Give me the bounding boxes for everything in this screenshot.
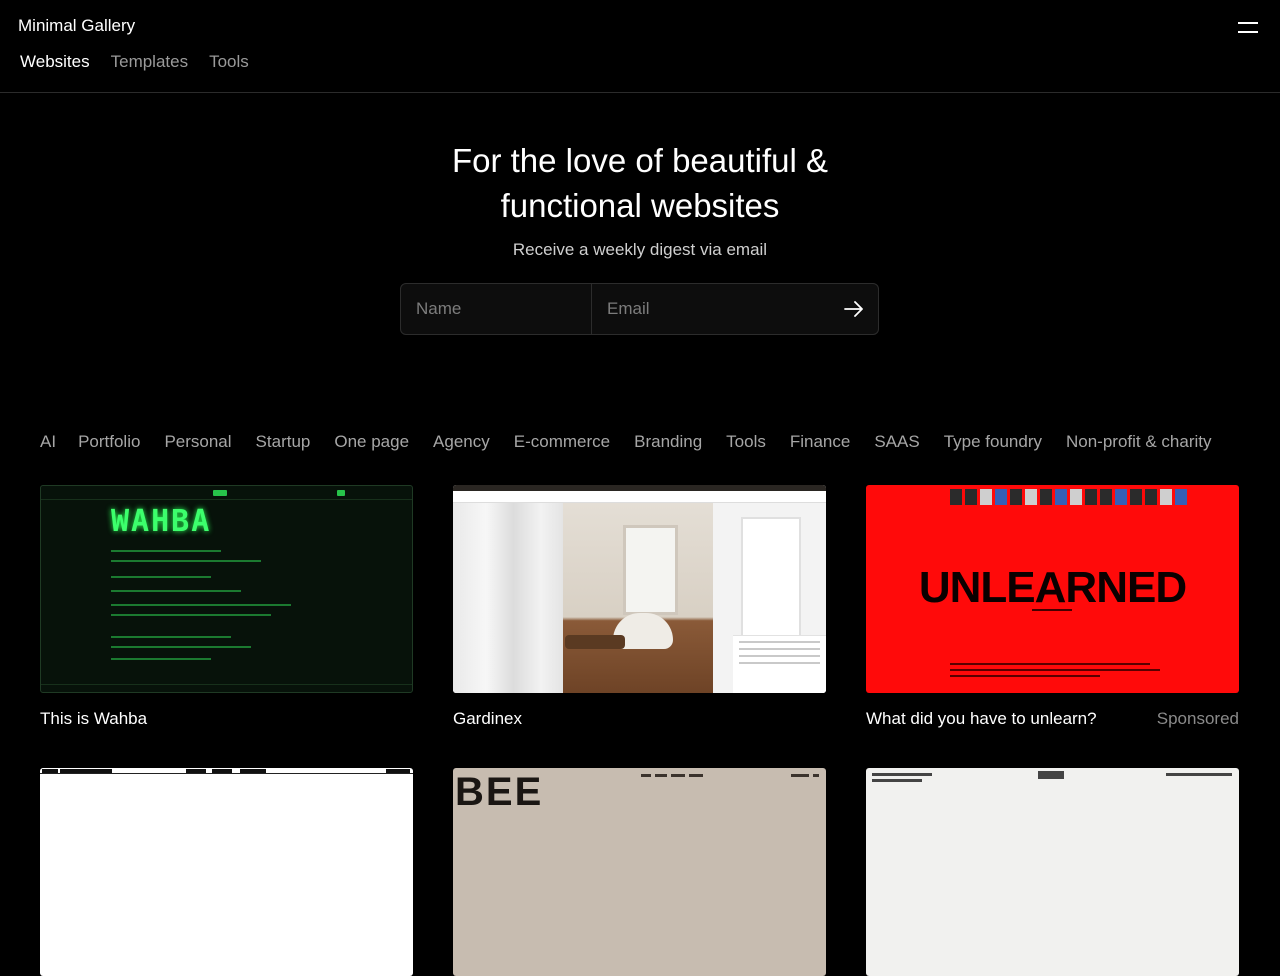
- category-filter: AI Portfolio Personal Startup One page Agency…: [40, 432, 1280, 452]
- main-nav: Websites Templates Tools: [20, 52, 249, 72]
- site-header: Minimal Gallery Websites Templates Tools: [0, 0, 1280, 93]
- card-title[interactable]: Gardinex: [453, 709, 522, 729]
- thumb-line: [872, 773, 932, 776]
- gallery-card: UNLEARNED What did you have to unlearn? …: [866, 485, 1239, 728]
- category-type-foundry[interactable]: Type foundry: [944, 432, 1042, 452]
- menu-line: [1238, 31, 1258, 33]
- thumb-line: [950, 675, 1100, 677]
- sponsored-badge: Sponsored: [1156, 709, 1239, 728]
- category-tools[interactable]: Tools: [726, 432, 766, 452]
- gallery-card: BEE: [453, 768, 826, 976]
- thumb-line: [1032, 609, 1072, 611]
- gallery-card: Gardinex: [453, 485, 826, 728]
- thumb-line: [111, 658, 211, 660]
- hero-subtitle: Receive a weekly digest via email: [512, 240, 768, 259]
- thumb-headline: BEE: [455, 770, 544, 814]
- arrow-right-icon: [844, 301, 863, 317]
- email-input[interactable]: [592, 284, 830, 334]
- thumb-line: [111, 604, 291, 606]
- category-saas[interactable]: SAAS: [874, 432, 919, 452]
- thumb-line: [111, 560, 261, 562]
- thumb-line: [111, 646, 251, 648]
- category-fade: [1220, 428, 1280, 458]
- hero-title: For the love of beautiful & functional w…: [340, 138, 940, 228]
- thumb-topbar: [41, 486, 412, 500]
- category-one-page[interactable]: One page: [334, 432, 409, 452]
- thumb-line: [111, 590, 241, 592]
- category-agency[interactable]: Agency: [433, 432, 490, 452]
- submit-button[interactable]: [830, 284, 878, 334]
- category-finance[interactable]: Finance: [790, 432, 850, 452]
- category-personal[interactable]: Personal: [164, 432, 231, 452]
- gallery-card: [40, 768, 413, 976]
- thumb-portraits: [950, 489, 1187, 505]
- nav-websites[interactable]: Websites: [20, 52, 90, 72]
- thumb-line: [111, 576, 211, 578]
- thumb-curtain: [453, 503, 563, 693]
- card-thumbnail[interactable]: UNLEARNED: [866, 485, 1239, 693]
- thumb-navbar: [453, 491, 826, 503]
- card-thumbnail[interactable]: BEE: [453, 768, 826, 976]
- thumb-line: [950, 663, 1150, 665]
- thumb-topbar: [40, 768, 413, 774]
- card-thumbnail[interactable]: [40, 768, 413, 976]
- name-input[interactable]: [401, 284, 592, 334]
- thumb-window: [623, 525, 678, 615]
- category-branding[interactable]: Branding: [634, 432, 702, 452]
- thumb-headline: UNLEARNED: [918, 563, 1187, 612]
- category-ai[interactable]: AI: [40, 432, 56, 452]
- card-thumbnail[interactable]: WAHBA: [40, 485, 413, 693]
- thumb-line: [111, 614, 271, 616]
- thumb-footer: [41, 684, 412, 692]
- gallery-card: [866, 768, 1239, 976]
- thumb-logo: [1038, 771, 1064, 779]
- category-non-profit[interactable]: Non-profit & charity: [1066, 432, 1212, 452]
- menu-line: [1238, 22, 1258, 24]
- thumb-line: [872, 779, 922, 782]
- hero-title-line-2: functional websites: [500, 187, 780, 224]
- thumb-line: [111, 550, 221, 552]
- category-startup[interactable]: Startup: [256, 432, 311, 452]
- card-thumbnail[interactable]: [866, 768, 1239, 976]
- thumb-table: [565, 635, 625, 649]
- nav-templates[interactable]: Templates: [111, 52, 188, 72]
- newsletter-form: [400, 283, 879, 335]
- hero-title-line-1: For the love of beautiful &: [451, 142, 829, 179]
- thumb-line: [950, 669, 1160, 671]
- thumb-pill: [213, 490, 227, 496]
- category-portfolio[interactable]: Portfolio: [78, 432, 140, 452]
- thumb-textcard: [733, 635, 826, 693]
- gallery-card: WAHBA This is Wahba: [40, 485, 413, 728]
- thumb-line: [1166, 773, 1232, 776]
- category-e-commerce[interactable]: E-commerce: [514, 432, 610, 452]
- card-title[interactable]: This is Wahba: [40, 709, 147, 729]
- thumb-line: [111, 636, 231, 638]
- thumb-logo: WAHBA: [111, 504, 212, 539]
- card-title[interactable]: What did you have to unlearn?: [866, 709, 1097, 729]
- thumb-pill: [337, 490, 345, 496]
- brand-logo[interactable]: Minimal Gallery: [18, 16, 135, 36]
- hamburger-menu-icon[interactable]: [1238, 20, 1260, 36]
- thumb-window: [741, 517, 801, 637]
- card-thumbnail[interactable]: [453, 485, 826, 693]
- nav-tools[interactable]: Tools: [209, 52, 249, 72]
